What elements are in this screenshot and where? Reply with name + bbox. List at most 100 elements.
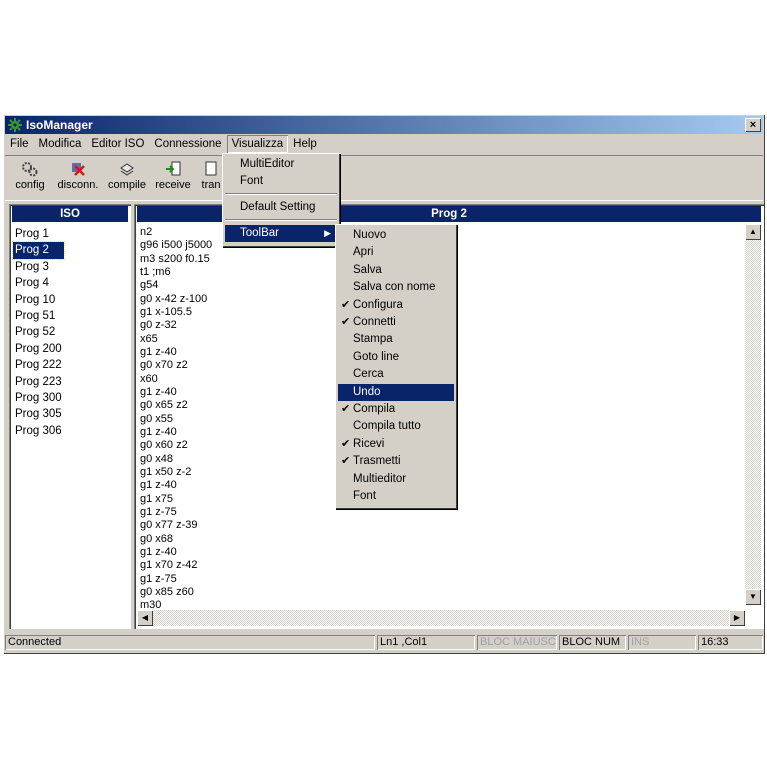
- submenu-item-label: Configura: [353, 298, 403, 311]
- submenu-item-compila[interactable]: ✔ Compila: [338, 401, 454, 418]
- code-editor[interactable]: n2 g96 i500 j5000 m3 s200 f0.15 t1 ;m6 g54 g0…: [140, 226, 212, 613]
- submenu-item-apri[interactable]: Apri: [338, 244, 454, 261]
- iso-panel: ISO Prog 1 Prog 2 Prog 3 Prog 4 Prog 10 Prog …: [9, 204, 131, 629]
- code-line: g96 i500 j5000: [140, 239, 213, 252]
- menu-visualizza[interactable]: Visualizza: [227, 135, 289, 153]
- submenu-item-label: Salva con nome: [353, 281, 436, 294]
- submenu-item-label: Ricevi: [353, 437, 385, 450]
- program-list-item[interactable]: Prog 51: [13, 308, 64, 324]
- menu-modifica[interactable]: Modifica: [34, 135, 87, 153]
- code-line: t1 ;m6: [140, 265, 171, 278]
- submenu-item-label: Salva: [353, 263, 382, 276]
- submenu-item-compila-tutto[interactable]: Compila tutto: [338, 418, 454, 435]
- submenu-item-label: Undo: [353, 385, 381, 398]
- checkmark-icon: ✔: [341, 437, 351, 450]
- checkmark-icon: ✔: [341, 455, 351, 468]
- menu-item-font[interactable]: Font: [225, 173, 337, 190]
- code-line: g54: [140, 279, 159, 292]
- submenu-item-label: Nuovo: [353, 229, 387, 241]
- code-line: n2: [140, 226, 153, 238]
- close-button[interactable]: ×: [745, 118, 761, 132]
- scroll-down-icon[interactable]: ▼: [745, 589, 761, 605]
- gears-icon: [13, 159, 47, 179]
- submenu-item-label: Connetti: [353, 316, 396, 328]
- menu-item-multieditor[interactable]: MultiEditor: [225, 156, 337, 173]
- submenu-item-ricevi[interactable]: ✔ Ricevi: [338, 436, 454, 453]
- submenu-item-stampa[interactable]: Stampa: [338, 331, 454, 348]
- code-line: x60: [140, 372, 158, 385]
- disconnect-icon: [55, 159, 101, 179]
- transmit-button[interactable]: tran: [199, 159, 223, 191]
- submenu-item-connetti[interactable]: ✔ Connetti: [338, 314, 454, 331]
- vertical-scrollbar[interactable]: ▲ ▼: [745, 224, 761, 605]
- submenu-item-label: Compila tutto: [353, 420, 421, 433]
- submenu-item-salva-con-nome[interactable]: Salva con nome: [338, 279, 454, 296]
- menu-help[interactable]: Help: [288, 135, 322, 153]
- code-line: g1 z-40: [140, 345, 177, 358]
- status-time: 16:33: [698, 635, 763, 650]
- submenu-item-label: Trasmetti: [353, 455, 401, 468]
- submenu-item-nuovo[interactable]: Nuovo: [338, 227, 454, 244]
- menu-item-toolbar[interactable]: ToolBar ▶: [225, 225, 337, 242]
- menu-bar: File Modifica Editor ISO Connessione Vis…: [5, 135, 763, 153]
- program-list-item[interactable]: Prog 52: [13, 324, 64, 340]
- submenu-item-goto-line[interactable]: Goto line: [338, 349, 454, 366]
- submenu-item-trasmetti[interactable]: ✔ Trasmetti: [338, 453, 454, 470]
- submenu-item-font[interactable]: Font: [338, 488, 454, 505]
- config-button[interactable]: config: [13, 159, 47, 191]
- code-line: g0 x70 z2: [140, 359, 188, 372]
- submenu-item-label: Goto line: [353, 350, 400, 363]
- code-line: g1 z-40: [140, 425, 177, 438]
- status-ins: INS: [628, 635, 696, 650]
- code-line: g0 x85 z60: [140, 585, 194, 598]
- code-line: g0 x-42 z-100: [140, 292, 208, 305]
- scroll-up-icon[interactable]: ▲: [745, 224, 761, 240]
- menu-editor-iso[interactable]: Editor ISO: [86, 135, 149, 153]
- program-list-item[interactable]: Prog 300: [13, 390, 64, 406]
- menu-connessione[interactable]: Connessione: [149, 135, 226, 153]
- disconnect-button[interactable]: disconn.: [55, 159, 101, 191]
- submenu-arrow-icon: ▶: [324, 228, 331, 238]
- program-list-item[interactable]: Prog 10: [13, 292, 64, 308]
- title-bar[interactable]: IsoManager ×: [5, 116, 763, 134]
- submenu-item-salva[interactable]: Salva: [338, 262, 454, 279]
- code-line: g1 z-40: [140, 479, 177, 492]
- submenu-item-undo[interactable]: Undo: [338, 383, 454, 401]
- receive-button[interactable]: receive: [153, 159, 193, 191]
- scroll-right-icon[interactable]: ▶: [729, 610, 745, 626]
- status-connection: Connected: [5, 635, 375, 650]
- menu-file[interactable]: File: [5, 135, 34, 153]
- visualizza-menu: MultiEditor Font Default Setting ToolBar…: [222, 153, 340, 247]
- program-list-item[interactable]: Prog 2: [12, 241, 65, 260]
- program-list-item[interactable]: Prog 1: [13, 226, 64, 242]
- code-line: g1 x70 z-42: [140, 559, 198, 572]
- compile-icon: [107, 159, 147, 179]
- window-title: IsoManager: [26, 118, 93, 132]
- toolbar-submenu: Nuovo Apri Salva Salva con nome ✔ Configura ✔ C…: [335, 224, 457, 509]
- compile-button[interactable]: compile: [107, 159, 147, 191]
- submenu-item-label: Apri: [353, 246, 374, 259]
- submenu-item-multieditor[interactable]: Multieditor: [338, 471, 454, 488]
- program-list-item[interactable]: Prog 4: [13, 275, 64, 291]
- code-line: g0 z-32: [140, 319, 177, 332]
- program-list: Prog 1 Prog 2 Prog 3 Prog 4 Prog 10 Prog 51 Pr…: [12, 226, 65, 439]
- submenu-item-label: Font: [353, 490, 377, 502]
- submenu-item-configura[interactable]: ✔ Configura: [338, 297, 454, 314]
- program-list-item[interactable]: Prog 3: [13, 259, 64, 275]
- status-caps: BLOC MAIUSC: [477, 635, 557, 650]
- code-line: g0 x65 z2: [140, 399, 188, 412]
- code-line: g0 x55: [140, 412, 174, 425]
- code-line: g1 x-105.5: [140, 305, 192, 318]
- scroll-left-icon[interactable]: ◀: [137, 610, 153, 626]
- receive-icon: [153, 159, 193, 179]
- program-list-item[interactable]: Prog 200: [13, 341, 64, 357]
- code-line: g0 x77 z-39: [140, 519, 198, 532]
- program-list-item[interactable]: Prog 306: [13, 423, 64, 439]
- program-list-item[interactable]: Prog 223: [13, 374, 64, 390]
- menu-item-default-setting[interactable]: Default Setting: [225, 199, 337, 216]
- submenu-item-cerca[interactable]: Cerca: [338, 366, 454, 383]
- program-list-item[interactable]: Prog 305: [13, 406, 64, 422]
- program-list-item[interactable]: Prog 222: [13, 357, 64, 373]
- checkmark-icon: ✔: [341, 316, 351, 328]
- horizontal-scrollbar[interactable]: ◀ ▶: [137, 610, 745, 626]
